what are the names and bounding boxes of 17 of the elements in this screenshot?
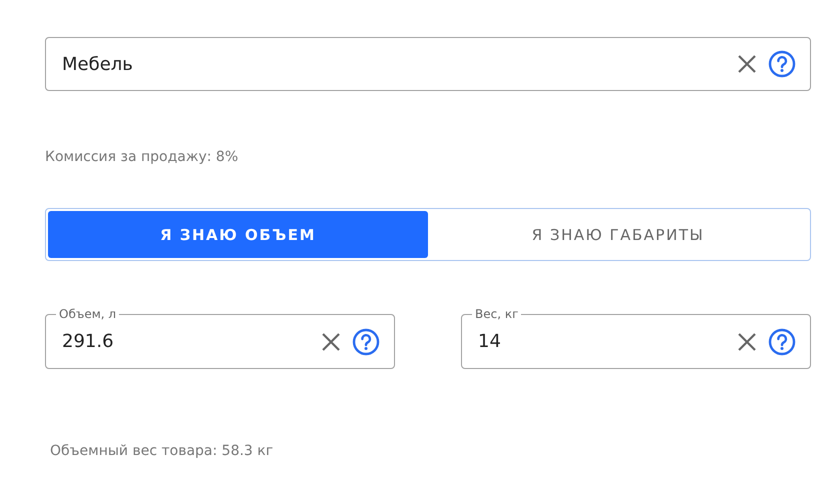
clear-icon[interactable] bbox=[736, 53, 758, 75]
category-field[interactable]: Мебель bbox=[45, 37, 811, 91]
clear-icon[interactable] bbox=[320, 330, 342, 352]
field-label: Вес, кг bbox=[474, 307, 520, 321]
input-field[interactable]: Вес, кг 14 bbox=[461, 307, 811, 369]
field-value[interactable]: Мебель bbox=[62, 54, 726, 74]
mode-tab[interactable]: Я ЗНАЮ ОБЪЕМ bbox=[48, 211, 428, 258]
field-value[interactable]: 291.6 bbox=[62, 331, 310, 352]
volumetric-weight-text: Объемный вес товара: 58.3 кг bbox=[50, 443, 274, 459]
help-icon[interactable] bbox=[768, 50, 796, 78]
field-label: Объем, л bbox=[58, 307, 118, 321]
clear-icon[interactable] bbox=[736, 330, 758, 352]
help-icon[interactable] bbox=[768, 328, 796, 356]
input-field[interactable]: Объем, л 291.6 bbox=[45, 307, 395, 369]
help-icon[interactable] bbox=[352, 328, 380, 356]
field-value[interactable]: 14 bbox=[478, 331, 726, 352]
commission-text: Комиссия за продажу: 8% bbox=[45, 149, 240, 165]
